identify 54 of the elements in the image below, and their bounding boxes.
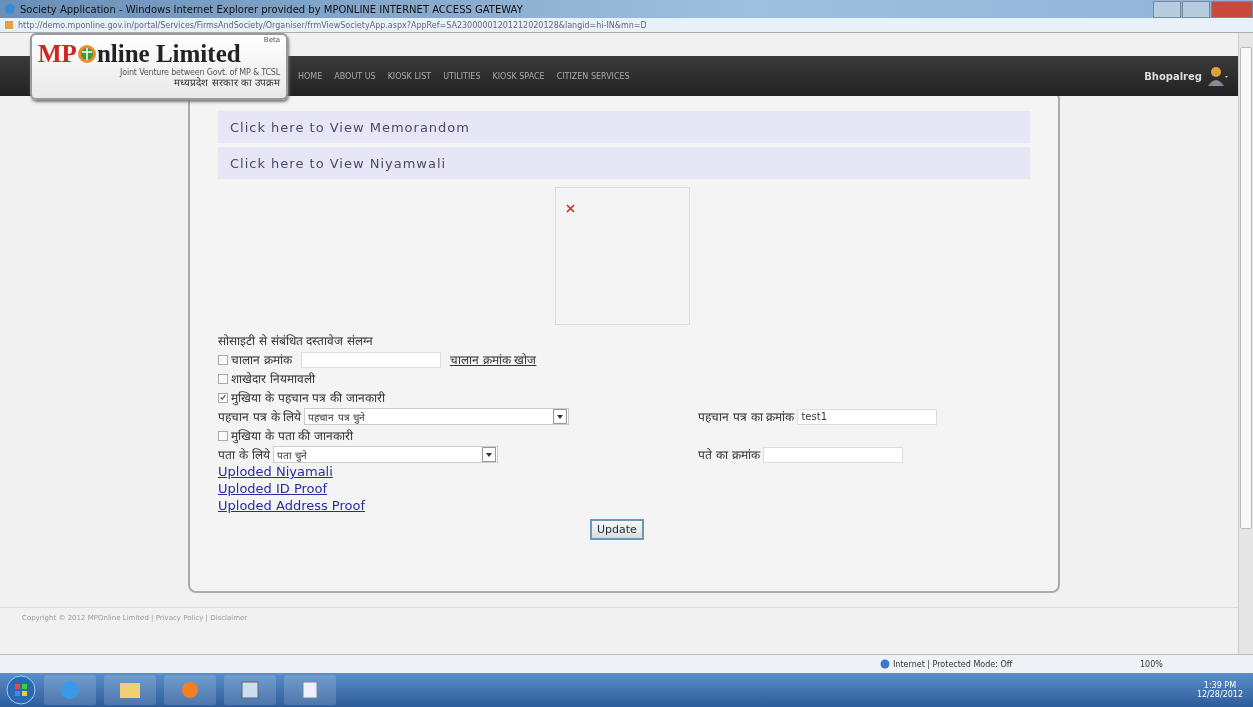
logo-text: nline Limited <box>96 40 241 68</box>
window-title: Society Application - Windows Internet Explorer provided by MPONLINE INTERNET ACCESS GATEWAY <box>20 3 523 15</box>
checkbox-label: चालान क्रमांक <box>231 352 292 368</box>
minimize-button[interactable] <box>1153 0 1181 18</box>
link[interactable]: Uploded Address Proof <box>218 498 366 515</box>
security-zone: Internet | Protected Mode: Off <box>893 659 1013 669</box>
link[interactable]: Uploded Niyamali <box>218 464 333 481</box>
checkbox-label: मुखिया के पता की जानकारी <box>231 428 354 444</box>
browser-icon <box>4 3 16 15</box>
field-label: पते का क्रमांक <box>698 447 760 463</box>
checkbox[interactable] <box>218 354 228 365</box>
logo-tagline: मध्यप्रदेश सरकार का उपक्रम <box>173 77 280 88</box>
nav-link[interactable]: CITIZEN SERVICES <box>556 71 630 81</box>
checkbox-label: मुखिया के पहचान पत्र की जानकारी <box>231 390 386 406</box>
logo-tagline: Joint Venture between Govt. of MP & TCSL <box>118 68 280 77</box>
input-field[interactable] <box>762 446 903 463</box>
checkbox[interactable] <box>218 392 228 403</box>
dropdown[interactable]: पहचान पत्र चुने <box>304 408 570 425</box>
nav-link[interactable]: UTILITIES <box>443 71 481 81</box>
window-taskbar-icon[interactable] <box>284 675 336 705</box>
browser-taskbar-icon[interactable] <box>44 675 96 705</box>
window-taskbar-icon[interactable] <box>224 675 276 705</box>
dropdown[interactable]: पता चुने <box>272 446 498 463</box>
nav-link[interactable]: KIOSK LIST <box>387 71 432 81</box>
folder-taskbar-icon[interactable] <box>104 675 156 705</box>
user-name[interactable]: Bhopalreg <box>1144 70 1202 82</box>
logo-text: MP <box>38 40 77 68</box>
field-label: पहचान पत्र के लिये <box>218 409 302 425</box>
view-link[interactable]: Click here to View Memorandom <box>218 111 1030 143</box>
media-taskbar-icon[interactable] <box>164 675 216 705</box>
checkbox-label: शाखेदार नियमावली <box>231 371 315 387</box>
field-label: पहचान पत्र का क्रमांक <box>698 409 795 425</box>
field-label: पता के लिये <box>218 447 270 463</box>
nav-link[interactable]: HOME <box>298 71 323 81</box>
start-button[interactable] <box>6 675 36 705</box>
input-field[interactable]: test1 <box>797 408 938 425</box>
maximize-button[interactable] <box>1182 0 1210 18</box>
checkbox[interactable] <box>218 373 228 384</box>
update-button[interactable]: Update <box>590 519 644 540</box>
search-link[interactable]: चालान क्रमांक खोज <box>449 351 537 368</box>
broken-image-icon <box>566 204 575 213</box>
nav-link[interactable]: ABOUT US <box>334 71 376 81</box>
view-link[interactable]: Click here to View Niyamwali <box>218 147 1030 179</box>
clock-date: 12/28/2012 <box>1196 690 1243 699</box>
page-icon <box>4 20 14 30</box>
input-field[interactable] <box>300 351 441 368</box>
close-button[interactable] <box>1211 0 1253 18</box>
section-heading: सोसाइटी से संबंधित दस्तावेज संलग्न <box>218 333 374 349</box>
checkbox[interactable] <box>218 430 228 441</box>
user-icon[interactable] <box>1206 65 1228 87</box>
link[interactable]: Uploded ID Proof <box>218 481 328 498</box>
clock-time: 1:39 PM <box>1202 681 1238 690</box>
nav-link[interactable]: KIOSK SPACE <box>492 71 545 81</box>
zoom-level[interactable]: 100% <box>1140 659 1163 669</box>
